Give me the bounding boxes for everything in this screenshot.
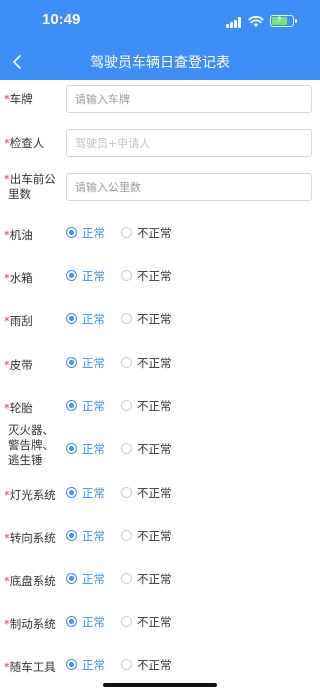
radio-label: 正常 bbox=[82, 399, 105, 413]
check-row: *制动系统 正常 不正常 bbox=[0, 611, 320, 635]
radio-unchecked-icon bbox=[121, 443, 132, 454]
radio-checked-icon bbox=[66, 530, 77, 541]
check-label: *轮胎 bbox=[4, 401, 33, 415]
radio-label: 正常 bbox=[82, 486, 105, 500]
radio-label: 正常 bbox=[82, 658, 105, 672]
check-label: *灯光系统 bbox=[4, 488, 56, 502]
radio-label: 不正常 bbox=[137, 226, 172, 240]
check-label: *机油 bbox=[4, 228, 33, 242]
wifi-icon bbox=[248, 15, 264, 27]
radio-unchecked-icon bbox=[121, 357, 132, 368]
check-row: *轮胎 正常 不正常 bbox=[0, 395, 320, 419]
radio-unchecked-icon bbox=[121, 573, 132, 584]
radio-checked-icon bbox=[66, 443, 77, 454]
nav-bar: 驾驶员车辆日查登记表 bbox=[0, 44, 320, 80]
status-bar: 10:49 ⚡ bbox=[0, 0, 320, 44]
radio-label: 不正常 bbox=[137, 269, 172, 283]
radio-label: 正常 bbox=[82, 529, 105, 543]
radio-unchecked-icon bbox=[121, 400, 132, 411]
check-label: *皮带 bbox=[4, 358, 33, 372]
check-row: *灯光系统 正常 不正常 bbox=[0, 482, 320, 506]
radio-label: 不正常 bbox=[137, 486, 172, 500]
mileage-label: *出车前公 里数 bbox=[4, 172, 56, 201]
radio-unchecked-icon bbox=[121, 487, 132, 498]
check-label: 灭火器、 警告牌、 逃生锤 bbox=[8, 423, 54, 467]
radio-label: 不正常 bbox=[137, 658, 172, 672]
radio-unchecked-icon bbox=[121, 313, 132, 324]
radio-label: 不正常 bbox=[137, 356, 172, 370]
mileage-input[interactable] bbox=[66, 173, 312, 201]
radio-label: 不正常 bbox=[137, 312, 172, 326]
radio-unchecked-icon bbox=[121, 270, 132, 281]
app-header: 10:49 ⚡ 驾驶员车辆日查登记表 bbox=[0, 0, 320, 80]
check-row: *水箱 正常 不正常 bbox=[0, 265, 320, 289]
check-row: *皮带 正常 不正常 bbox=[0, 352, 320, 376]
inspector-row: *检查人 bbox=[0, 129, 320, 157]
radio-label: 正常 bbox=[82, 572, 105, 586]
home-indicator bbox=[103, 683, 217, 687]
status-time: 10:49 bbox=[42, 11, 81, 28]
inspector-label: *检查人 bbox=[4, 136, 45, 150]
plate-input[interactable] bbox=[66, 85, 312, 113]
check-label: *底盘系统 bbox=[4, 574, 56, 588]
radio-unchecked-icon bbox=[121, 659, 132, 670]
radio-label: 不正常 bbox=[137, 529, 172, 543]
radio-label: 正常 bbox=[82, 269, 105, 283]
check-row: *雨刮 正常 不正常 bbox=[0, 308, 320, 332]
radio-checked-icon bbox=[66, 227, 77, 238]
radio-label: 不正常 bbox=[137, 442, 172, 456]
radio-label: 不正常 bbox=[137, 399, 172, 413]
check-row: *底盘系统 正常 不正常 bbox=[0, 568, 320, 592]
radio-unchecked-icon bbox=[121, 616, 132, 627]
radio-checked-icon bbox=[66, 313, 77, 324]
check-row: *转向系统 正常 不正常 bbox=[0, 525, 320, 549]
plate-label: *车牌 bbox=[4, 92, 33, 106]
radio-label: 不正常 bbox=[137, 615, 172, 629]
radio-unchecked-icon bbox=[121, 530, 132, 541]
radio-unchecked-icon bbox=[121, 227, 132, 238]
plate-row: *车牌 bbox=[0, 85, 320, 113]
radio-label: 不正常 bbox=[137, 572, 172, 586]
inspector-input[interactable] bbox=[66, 129, 312, 157]
radio-checked-icon bbox=[66, 616, 77, 627]
page-title: 驾驶员车辆日查登记表 bbox=[90, 55, 230, 71]
radio-checked-icon bbox=[66, 573, 77, 584]
radio-checked-icon bbox=[66, 659, 77, 670]
signal-icon bbox=[226, 17, 242, 28]
radio-label: 正常 bbox=[82, 356, 105, 370]
check-row: *机油 正常 不正常 bbox=[0, 222, 320, 246]
battery-charging-icon: ⚡ bbox=[270, 14, 297, 27]
check-row: 灭火器、 警告牌、 逃生锤 正常 不正常 bbox=[0, 423, 320, 467]
radio-checked-icon bbox=[66, 270, 77, 281]
check-label: *转向系统 bbox=[4, 531, 56, 545]
radio-label: 正常 bbox=[82, 615, 105, 629]
radio-label: 正常 bbox=[82, 226, 105, 240]
radio-checked-icon bbox=[66, 357, 77, 368]
check-label: *水箱 bbox=[4, 271, 33, 285]
mileage-row: *出车前公 里数 bbox=[0, 172, 320, 202]
radio-label: 正常 bbox=[82, 442, 105, 456]
check-label: *随车工具 bbox=[4, 660, 56, 674]
check-row: *随车工具 正常 不正常 bbox=[0, 654, 320, 678]
radio-checked-icon bbox=[66, 487, 77, 498]
radio-label: 正常 bbox=[82, 312, 105, 326]
check-label: *雨刮 bbox=[4, 314, 33, 328]
check-label: *制动系统 bbox=[4, 617, 56, 631]
radio-checked-icon bbox=[66, 400, 77, 411]
